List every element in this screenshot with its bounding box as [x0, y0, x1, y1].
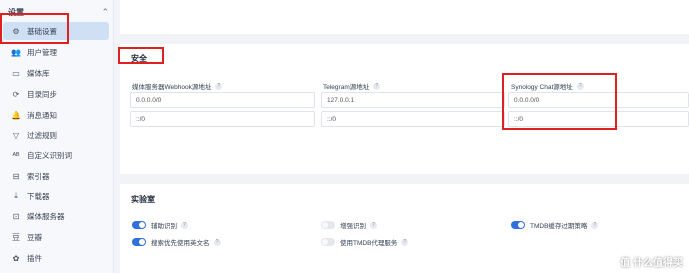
sidebar-item-plugins[interactable]: ✿ 插件 — [3, 249, 109, 267]
main-content: 安全 媒体服务器Webhook源地址? 0.0.0.0/0 ::/0 Teleg… — [120, 0, 689, 273]
sidebar-item-label: 豆瓣 — [27, 232, 42, 242]
sidebar-item-label: 索引器 — [27, 171, 50, 181]
help-icon[interactable]: ? — [591, 221, 599, 229]
toggle-label: 辅助识别? — [151, 220, 188, 230]
help-icon[interactable]: ? — [370, 221, 377, 229]
toggle-label: 搜索优先使用英文名? — [151, 237, 221, 247]
field-label-text: Synology Chat源地址 — [511, 84, 573, 91]
section-title-lab: 实验室 — [131, 195, 155, 204]
gear-icon: ⚙ — [12, 26, 20, 36]
telegram-ipv4-input[interactable]: 127.0.0.1 — [321, 92, 505, 108]
sidebar-item-downloader[interactable]: ⤓ 下载器 — [3, 187, 109, 205]
sidebar-item-sync[interactable]: ⟳ 目录同步 — [3, 85, 109, 103]
sidebar-item-users[interactable]: 👥 用户管理 — [3, 43, 109, 61]
help-icon[interactable]: ? — [215, 82, 223, 90]
folder-icon: ▭ — [12, 68, 20, 78]
toggle-label: 增强识别? — [340, 220, 377, 230]
sidebar-item-label: 下载器 — [27, 191, 50, 201]
douban-icon: 豆 — [12, 232, 20, 242]
webhook-ipv6-input[interactable]: ::/0 — [130, 111, 315, 127]
download-icon: ⤓ — [14, 191, 18, 200]
indexer-icon: ⊟ — [12, 171, 20, 181]
synology-ipv6-input[interactable]: ::/0 — [508, 111, 689, 127]
toggle-assist-recognition[interactable] — [132, 221, 146, 229]
sidebar-item-label: 媒体服务器 — [27, 211, 65, 221]
help-icon[interactable]: ? — [401, 238, 409, 246]
section-title-security: 安全 — [131, 54, 147, 63]
toggle-label: TMDB缓存过期策略? — [530, 220, 599, 230]
help-icon[interactable]: ? — [576, 82, 584, 90]
help-icon[interactable]: ? — [373, 82, 381, 90]
sidebar-item-label: 目录同步 — [27, 89, 57, 99]
users-icon: 👥 — [11, 47, 21, 57]
toggle-tmdb-cache-policy[interactable] — [511, 221, 525, 229]
toggle-label-text: 搜索优先使用英文名 — [151, 240, 210, 247]
bell-icon: 🔔 — [11, 110, 21, 120]
toggle-tmdb-proxy[interactable] — [321, 238, 335, 246]
security-card: 安全 媒体服务器Webhook源地址? 0.0.0.0/0 ::/0 Teleg… — [120, 44, 689, 174]
field-label-text: 媒体服务器Webhook源地址 — [132, 84, 212, 91]
synology-ipv4-input[interactable]: 0.0.0.0/0 — [508, 92, 689, 108]
field-label-telegram: Telegram源地址? — [323, 81, 381, 91]
sidebar-item-indexer[interactable]: ⊟ 索引器 — [3, 167, 109, 185]
watermark-logo: 值 什么值得买 — [620, 258, 683, 269]
sidebar-item-notify[interactable]: 🔔 消息通知 — [3, 106, 109, 124]
plugin-icon: ✿ — [12, 253, 20, 263]
sidebar-item-label: 用户管理 — [27, 47, 57, 57]
sync-icon: ⟳ — [12, 89, 20, 99]
sidebar-header[interactable]: 设置 ⌃ — [8, 6, 109, 18]
toggle-label: 使用TMDB代理服务? — [340, 237, 409, 247]
telegram-ipv6-input[interactable]: ::/0 — [321, 111, 505, 127]
sidebar-item-label: 插件 — [27, 253, 42, 263]
sidebar-item-label: 过滤规则 — [27, 130, 57, 140]
toggle-label-text: TMDB缓存过期策略 — [530, 223, 588, 230]
sidebar-item-douban[interactable]: 豆 豆瓣 — [3, 228, 109, 246]
toggle-label-text: 使用TMDB代理服务 — [340, 240, 398, 247]
lab-card: 实验室 辅助识别? 增强识别? TMDB缓存过期策略? 搜索优先使用英文名? 使… — [120, 184, 689, 273]
sidebar-title: 设置 — [8, 7, 24, 17]
toggle-prefer-english-name[interactable] — [132, 238, 146, 246]
field-label-synology: Synology Chat源地址? — [511, 81, 584, 91]
webhook-ipv4-input[interactable]: 0.0.0.0/0 — [130, 92, 315, 108]
chevron-up-icon[interactable]: ⌃ — [101, 7, 109, 18]
sidebar-item-basic-settings[interactable]: ⚙ 基础设置 — [3, 22, 109, 40]
toggle-enhanced-recognition[interactable] — [321, 221, 335, 229]
sidebar-item-filter[interactable]: ▽ 过滤规则 — [3, 126, 109, 144]
sidebar-item-media-server[interactable]: ⊡ 媒体服务器 — [3, 207, 109, 225]
sidebar: 设置 ⌃ ⚙ 基础设置 👥 用户管理 ▭ 媒体库 ⟳ 目录同步 🔔 消息通知 ▽… — [0, 0, 114, 273]
help-icon[interactable]: ? — [213, 238, 221, 246]
sidebar-item-custom-words[interactable]: ᴬᴮ 自定义识别词 — [3, 146, 109, 164]
sidebar-item-label: 自定义识别词 — [27, 150, 72, 160]
top-card — [120, 0, 689, 34]
sidebar-item-label: 基础设置 — [27, 26, 57, 36]
filter-icon: ▽ — [12, 130, 20, 140]
sidebar-item-label: 消息通知 — [27, 110, 57, 120]
toggle-label-text: 增强识别 — [340, 223, 366, 230]
field-label-webhook: 媒体服务器Webhook源地址? — [132, 81, 223, 91]
sidebar-item-label: 媒体库 — [27, 68, 50, 78]
toggle-label-text: 辅助识别 — [151, 223, 177, 230]
sidebar-item-library[interactable]: ▭ 媒体库 — [3, 64, 109, 82]
help-icon[interactable]: ? — [181, 221, 188, 229]
field-label-text: Telegram源地址 — [323, 84, 370, 91]
server-icon: ⊡ — [12, 211, 20, 221]
regex-icon: ᴬᴮ — [12, 150, 20, 160]
